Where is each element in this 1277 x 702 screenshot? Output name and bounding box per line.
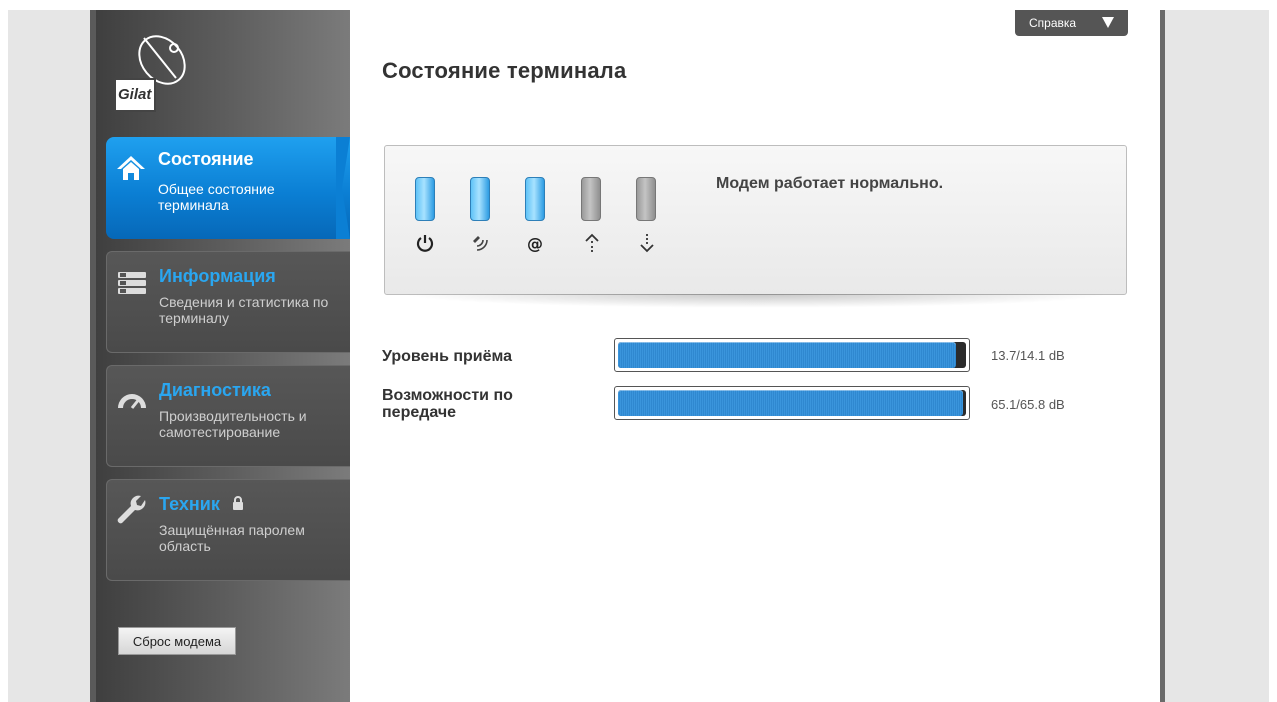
help-button[interactable]: Справка	[1015, 10, 1128, 36]
reset-modem-button[interactable]: Сброс модема	[118, 627, 236, 655]
meter-fill	[618, 342, 956, 368]
meter-fill	[618, 390, 963, 416]
reception-level-label: Уровень приёма	[382, 348, 513, 365]
help-label: Справка	[1029, 16, 1077, 30]
meter-track	[618, 342, 966, 368]
frame-edge-right	[1160, 10, 1165, 702]
sidebar-item-title: Состояние	[158, 149, 254, 169]
sidebar-item-title: Диагностика	[159, 380, 271, 400]
status-panel	[384, 145, 1127, 295]
list-icon	[118, 272, 146, 294]
lock-icon	[233, 496, 243, 510]
transmit-capability-value: 65.1/65.8 dB	[991, 397, 1065, 412]
sidebar-item-subtitle: Производительность и самотестирование	[159, 408, 307, 440]
sidebar-item-status[interactable]: Состояние Общее состояние терминала	[106, 137, 350, 239]
sidebar-item-technician[interactable]: Техник Защищённая паролем область	[106, 479, 350, 581]
sidebar-item-subtitle: Защищённая паролем область	[159, 522, 305, 554]
logo-text: Gilat	[118, 86, 152, 103]
power-icon	[416, 235, 434, 252]
status-panel-shadow	[400, 294, 1112, 308]
chevron-down-icon	[1102, 17, 1114, 28]
sidebar-item-title: Техник	[159, 494, 220, 514]
led-satellite	[470, 177, 490, 221]
wrench-icon	[117, 495, 146, 524]
satellite-signal-icon	[473, 236, 488, 251]
sidebar-item-subtitle: Общее состояние терминала	[158, 181, 275, 213]
led-upload	[581, 177, 601, 221]
reception-level-value: 13.7/14.1 dB	[991, 348, 1065, 363]
download-icon	[640, 234, 654, 253]
at-icon: @	[527, 234, 543, 253]
reception-level-meter	[614, 338, 970, 372]
sidebar-item-title: Информация	[159, 266, 276, 286]
sidebar-item-subtitle: Сведения и статистика по терминалу	[159, 294, 329, 326]
active-item-pointer	[336, 137, 350, 239]
transmit-capability-label: Возможности по передаче	[382, 387, 513, 421]
gauge-icon	[118, 394, 146, 409]
upload-icon	[585, 233, 599, 252]
led-internet	[525, 177, 545, 221]
status-message: Модем работает нормально.	[716, 175, 944, 192]
meter-track	[618, 390, 966, 416]
led-download	[636, 177, 656, 221]
svg-text:@: @	[527, 234, 543, 253]
transmit-capability-meter	[614, 386, 970, 420]
page-title: Состояние терминала	[382, 58, 627, 83]
home-icon	[117, 156, 145, 180]
sidebar-item-diagnostics[interactable]: Диагностика Производительность и самотес…	[106, 365, 350, 467]
gilat-logo: Gilat	[114, 30, 204, 115]
sidebar-item-info[interactable]: Информация Сведения и статистика по терм…	[106, 251, 350, 353]
led-power	[415, 177, 435, 221]
